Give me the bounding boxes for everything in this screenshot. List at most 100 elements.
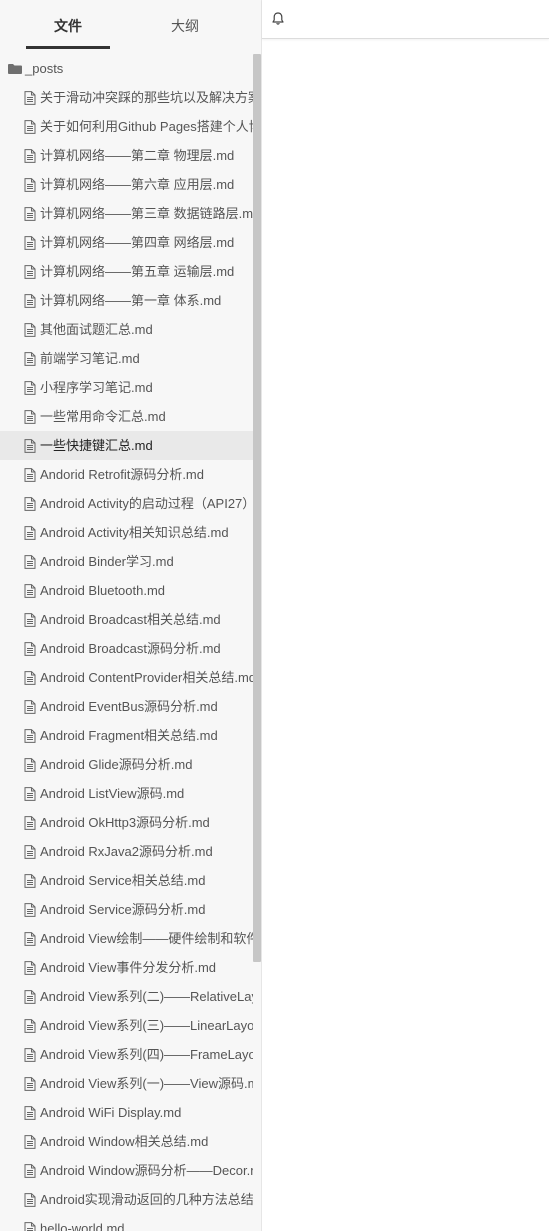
file-label: Android OkHttp3源码分析.md [40, 815, 210, 830]
file-item[interactable]: Android View系列(四)——FrameLayout.md [0, 1040, 253, 1069]
file-label: 前端学习笔记.md [40, 351, 140, 366]
file-item[interactable]: Android View系列(二)——RelativeLayout.md [0, 982, 253, 1011]
file-label: Android Glide源码分析.md [40, 757, 193, 772]
tab-outline[interactable]: 大纲 [143, 0, 227, 46]
file-icon [24, 149, 36, 163]
file-item[interactable]: Android实现滑动返回的几种方法总结.md [0, 1185, 253, 1214]
file-item[interactable]: Android EventBus源码分析.md [0, 692, 253, 721]
file-item[interactable]: 计算机网络——第一章 体系.md [0, 286, 253, 315]
file-item[interactable]: 关于滑动冲突踩的那些坑以及解决方案.md [0, 83, 253, 112]
file-icon [24, 758, 36, 772]
file-label: 小程序学习笔记.md [40, 380, 153, 395]
file-icon [24, 120, 36, 134]
file-item[interactable]: Android Binder学习.md [0, 547, 253, 576]
file-icon [24, 236, 36, 250]
file-label: Android Fragment相关总结.md [40, 728, 218, 743]
bell-icon[interactable] [270, 11, 286, 27]
file-icon [24, 439, 36, 453]
file-item[interactable]: 计算机网络——第三章 数据链路层.md [0, 199, 253, 228]
file-icon [24, 1019, 36, 1033]
file-label: 其他面试题汇总.md [40, 322, 153, 337]
file-item[interactable]: Android RxJava2源码分析.md [0, 837, 253, 866]
folder-label: _posts [25, 61, 64, 76]
file-icon [24, 265, 36, 279]
file-icon [24, 990, 36, 1004]
editor-topbar [262, 0, 549, 39]
file-item[interactable]: Android Service相关总结.md [0, 866, 253, 895]
file-item[interactable]: Android ListView源码.md [0, 779, 253, 808]
file-label: Android ListView源码.md [40, 786, 185, 801]
file-icon [24, 1048, 36, 1062]
file-item[interactable]: Android Activity的启动过程（API27）.md [0, 489, 253, 518]
file-icon [24, 903, 36, 917]
file-icon [24, 787, 36, 801]
file-item[interactable]: Android Broadcast源码分析.md [0, 634, 253, 663]
file-sidebar: 文件 大纲 _posts 关于滑动冲突踩的那些坑以及解决方案.md 关于如何利用G… [0, 0, 262, 1231]
file-label: Android View系列(四)——FrameLayout.md [40, 1047, 253, 1062]
file-icon [24, 1135, 36, 1149]
file-item[interactable]: 计算机网络——第五章 运输层.md [0, 257, 253, 286]
file-item[interactable]: 前端学习笔记.md [0, 344, 253, 373]
file-item[interactable]: Android View事件分发分析.md [0, 953, 253, 982]
file-icon [24, 932, 36, 946]
file-label: Android实现滑动返回的几种方法总结.md [40, 1192, 253, 1207]
file-item[interactable]: Android Activity相关知识总结.md [0, 518, 253, 547]
file-item[interactable]: Android Window源码分析——Decor.md [0, 1156, 253, 1185]
file-icon [24, 613, 36, 627]
file-label: 计算机网络——第四章 网络层.md [40, 235, 235, 250]
file-item[interactable]: 其他面试题汇总.md [0, 315, 253, 344]
folder-icon [8, 64, 22, 74]
tab-files[interactable]: 文件 [26, 0, 110, 49]
file-item[interactable]: Android View绘制——硬件绘制和软件绘制.md [0, 924, 253, 953]
file-item[interactable]: Android Service源码分析.md [0, 895, 253, 924]
file-item[interactable]: 一些常用命令汇总.md [0, 402, 253, 431]
file-item[interactable]: 一些快捷键汇总.md [0, 431, 253, 460]
file-label: 一些快捷键汇总.md [40, 438, 153, 453]
file-item[interactable]: Android Glide源码分析.md [0, 750, 253, 779]
file-label: Android EventBus源码分析.md [40, 699, 218, 714]
file-label: 计算机网络——第一章 体系.md [40, 293, 222, 308]
file-item[interactable]: hello-world.md [0, 1214, 253, 1231]
file-item[interactable]: Android ContentProvider相关总结.md [0, 663, 253, 692]
file-label: Android View绘制——硬件绘制和软件绘制.md [40, 931, 253, 946]
file-item[interactable]: Android Fragment相关总结.md [0, 721, 253, 750]
file-label: hello-world.md [40, 1221, 125, 1231]
file-item[interactable]: Android WiFi Display.md [0, 1098, 253, 1127]
file-label: Android Activity相关知识总结.md [40, 525, 229, 540]
file-item[interactable]: 计算机网络——第六章 应用层.md [0, 170, 253, 199]
folder-posts[interactable]: _posts [0, 54, 253, 83]
file-icon [24, 323, 36, 337]
file-item[interactable]: Android Broadcast相关总结.md [0, 605, 253, 634]
file-icon [24, 526, 36, 540]
file-item[interactable]: Android View系列(三)——LinearLayout.md [0, 1011, 253, 1040]
file-icon [24, 352, 36, 366]
file-tree: _posts 关于滑动冲突踩的那些坑以及解决方案.md 关于如何利用Github … [0, 54, 253, 1231]
file-label: 一些常用命令汇总.md [40, 409, 166, 424]
file-icon [24, 816, 36, 830]
file-label: Android Broadcast相关总结.md [40, 612, 221, 627]
file-icon [24, 1164, 36, 1178]
file-item[interactable]: 计算机网络——第四章 网络层.md [0, 228, 253, 257]
file-icon [24, 1106, 36, 1120]
file-item[interactable]: Android Window相关总结.md [0, 1127, 253, 1156]
file-label: Andorid Retrofit源码分析.md [40, 467, 204, 482]
file-item[interactable]: 计算机网络——第二章 物理层.md [0, 141, 253, 170]
file-icon [24, 1077, 36, 1091]
file-item[interactable]: Andorid Retrofit源码分析.md [0, 460, 253, 489]
file-icon [24, 497, 36, 511]
file-label: Android Service源码分析.md [40, 902, 206, 917]
file-label: 计算机网络——第二章 物理层.md [40, 148, 235, 163]
file-item[interactable]: Android Bluetooth.md [0, 576, 253, 605]
file-label: Android RxJava2源码分析.md [40, 844, 213, 859]
file-icon [24, 178, 36, 192]
sidebar-scrollbar[interactable] [253, 54, 261, 962]
file-item[interactable]: 关于如何利用Github Pages搭建个人博客.md [0, 112, 253, 141]
file-icon [24, 961, 36, 975]
file-label: Android Broadcast源码分析.md [40, 641, 221, 656]
file-item[interactable]: Android View系列(一)——View源码.md [0, 1069, 253, 1098]
file-item[interactable]: Android OkHttp3源码分析.md [0, 808, 253, 837]
file-label: Android View系列(二)——RelativeLayout.md [40, 989, 253, 1004]
file-item[interactable]: 小程序学习笔记.md [0, 373, 253, 402]
file-icon [24, 468, 36, 482]
file-label: Android WiFi Display.md [40, 1105, 182, 1120]
